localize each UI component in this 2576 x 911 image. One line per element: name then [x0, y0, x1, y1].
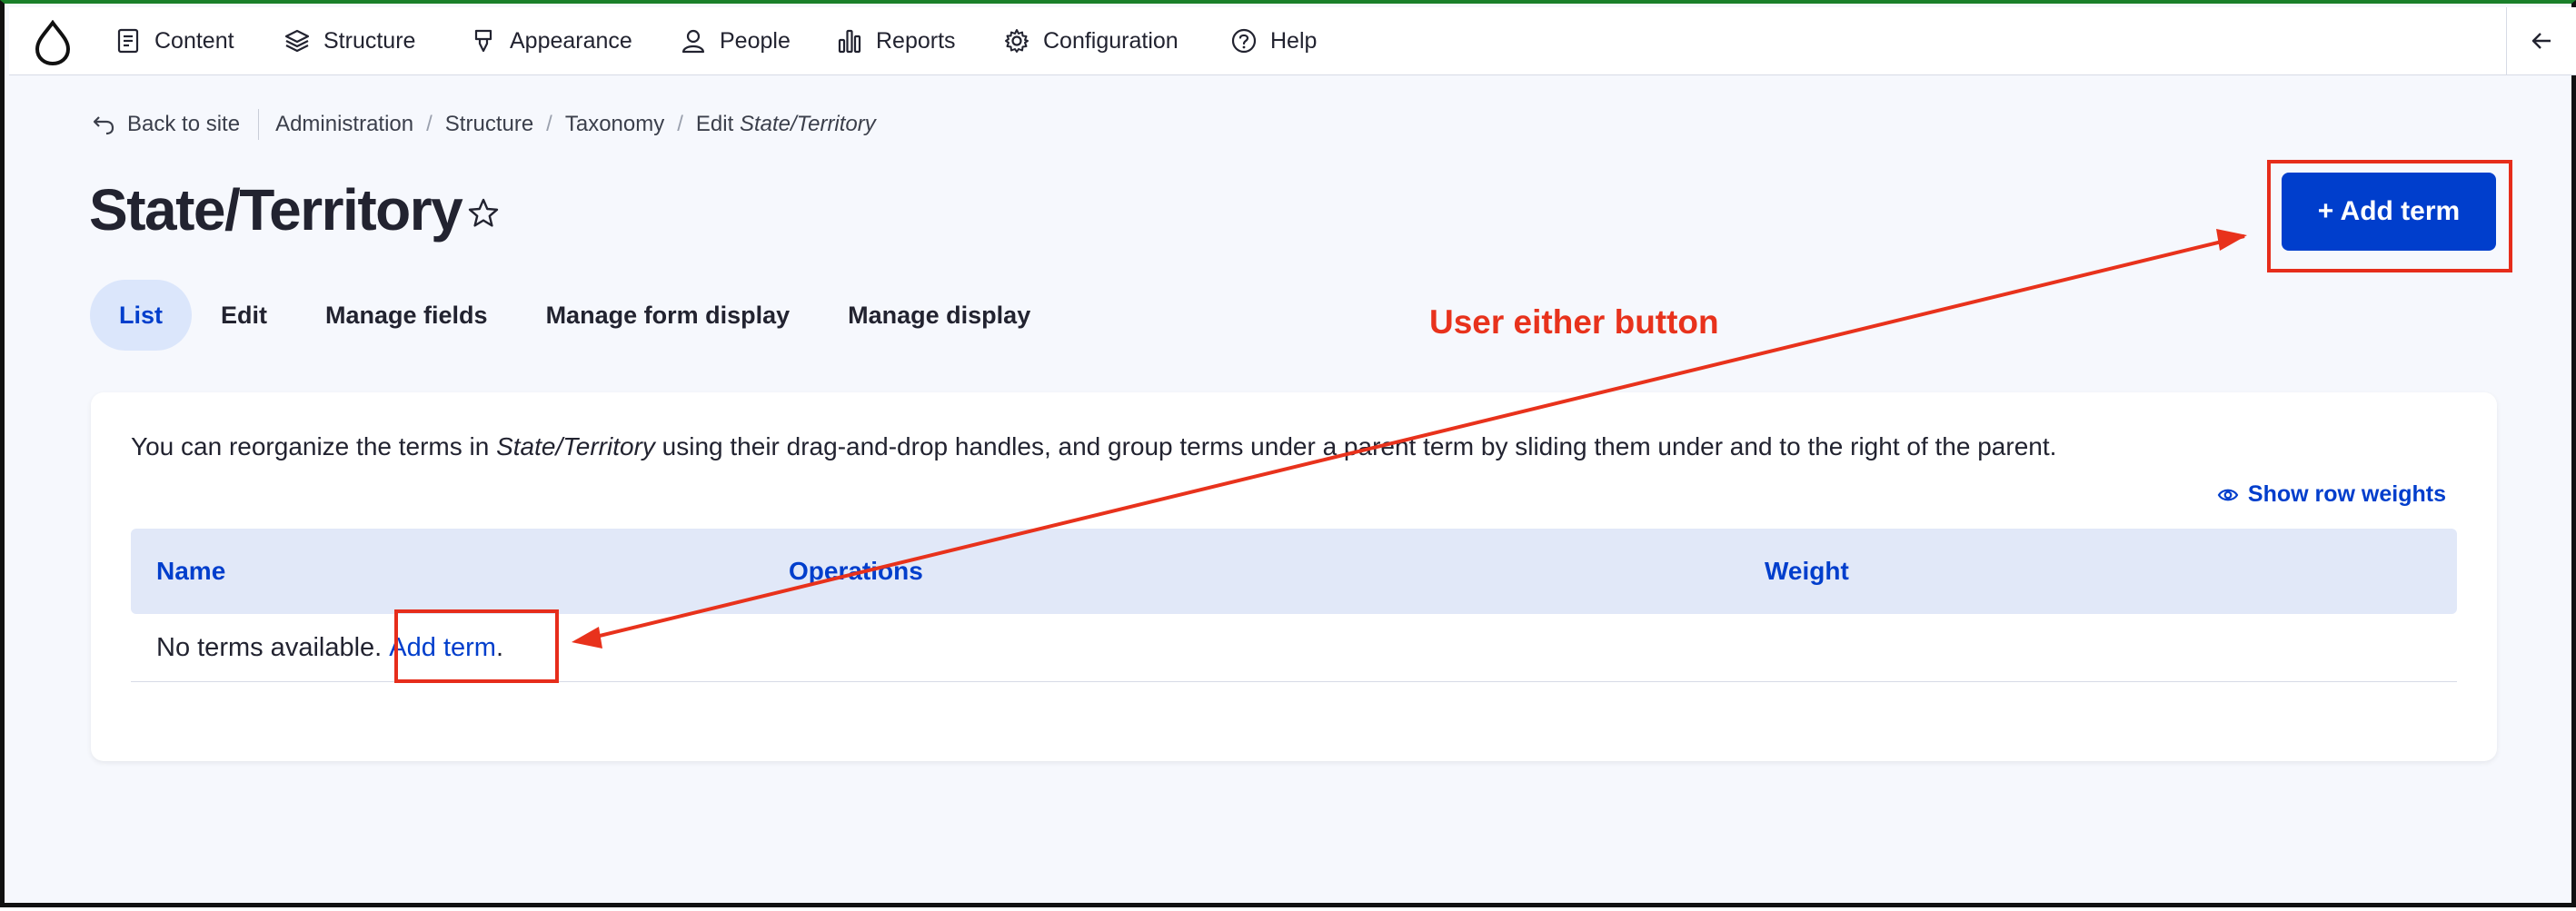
- breadcrumb-administration[interactable]: Administration: [275, 112, 413, 137]
- toolbar-item-structure[interactable]: Structure: [283, 7, 415, 74]
- help-text-start: You can reorganize the terms in: [131, 432, 497, 460]
- back-to-site-label: Back to site: [127, 112, 241, 136]
- toolbar-item-reports[interactable]: Reports: [836, 7, 956, 74]
- show-row-weights-button[interactable]: Show row weights: [2217, 481, 2446, 508]
- show-row-weights-label: Show row weights: [2247, 481, 2446, 507]
- annotation-label: User either button: [1429, 303, 1719, 341]
- toolbar-item-people[interactable]: People: [680, 7, 791, 74]
- help-text-vocabulary: State/Territory: [496, 432, 655, 460]
- star-icon[interactable]: [466, 196, 501, 231]
- drupal-drop-icon[interactable]: [33, 20, 73, 65]
- document-icon: [117, 28, 139, 54]
- layers-icon: [284, 29, 310, 53]
- breadcrumb-structure[interactable]: Structure: [445, 112, 533, 137]
- toolbar-label: Content: [154, 27, 234, 54]
- breadcrumb: Back to site Administration / Structure …: [91, 109, 876, 140]
- screenshot-frame: Content Structure Appearance People Repo…: [0, 0, 2576, 907]
- arrowhead-icon: [2216, 229, 2247, 251]
- breadcrumb-taxonomy[interactable]: Taxonomy: [565, 112, 664, 137]
- breadcrumb-edit-prefix: Edit: [695, 112, 734, 136]
- arrow-left-icon: [2531, 33, 2551, 49]
- column-header-weight: Weight: [1765, 557, 1849, 585]
- eye-icon: [2217, 489, 2239, 500]
- toolbar-label: Reports: [876, 27, 956, 54]
- empty-message-text: No terms available.: [156, 632, 390, 662]
- help-text: You can reorganize the terms in State/Te…: [131, 432, 2056, 461]
- annotation-box-link: [394, 609, 559, 683]
- terms-overview-card: You can reorganize the terms in State/Te…: [91, 392, 2497, 761]
- breadcrumb-current: Edit State/Territory: [696, 112, 876, 137]
- toolbar-item-appearance[interactable]: Appearance: [470, 7, 632, 74]
- column-header-operations: Operations: [789, 557, 923, 585]
- toolbar-label: Structure: [323, 27, 416, 54]
- toolbar-item-help[interactable]: Help: [1230, 7, 1317, 74]
- help-text-end: using their drag-and-drop handles, and g…: [654, 432, 2057, 460]
- admin-toolbar: Content Structure Appearance People Repo…: [9, 7, 2576, 75]
- local-tasks-tabs: List Edit Manage fields Manage form disp…: [90, 280, 1059, 351]
- gear-icon: [1005, 29, 1029, 53]
- tab-manage-fields[interactable]: Manage fields: [296, 280, 517, 351]
- return-arrow-icon: [93, 116, 114, 135]
- toolbar-item-configuration[interactable]: Configuration: [1003, 7, 1179, 74]
- toolbar-item-content[interactable]: Content: [114, 7, 234, 74]
- breadcrumb-separator: /: [546, 112, 552, 136]
- toolbar-collapse-button[interactable]: [2506, 7, 2576, 74]
- tab-manage-form-display[interactable]: Manage form display: [517, 280, 820, 351]
- tab-manage-display[interactable]: Manage display: [819, 280, 1059, 351]
- table-header: Name Operations Weight: [131, 529, 2457, 614]
- breadcrumb-separator: /: [677, 112, 683, 136]
- brush-icon: [474, 29, 492, 53]
- tab-edit[interactable]: Edit: [192, 280, 296, 351]
- person-icon: [681, 29, 705, 54]
- page-title: State/Territory: [89, 177, 463, 243]
- bar-chart-icon: [838, 29, 861, 54]
- toolbar-label: People: [720, 27, 791, 54]
- annotation-box-button: [2267, 160, 2512, 272]
- help-icon: [1231, 28, 1257, 54]
- tab-list[interactable]: List: [90, 280, 193, 351]
- back-to-site-link[interactable]: Back to site: [91, 112, 240, 137]
- toolbar-label: Appearance: [510, 27, 632, 54]
- breadcrumb-vocabulary-name: State/Territory: [739, 112, 876, 136]
- breadcrumb-divider: [258, 109, 260, 140]
- toolbar-label: Configuration: [1043, 27, 1179, 54]
- column-header-name: Name: [156, 557, 226, 585]
- toolbar-label: Help: [1270, 27, 1318, 54]
- breadcrumb-separator: /: [426, 112, 433, 136]
